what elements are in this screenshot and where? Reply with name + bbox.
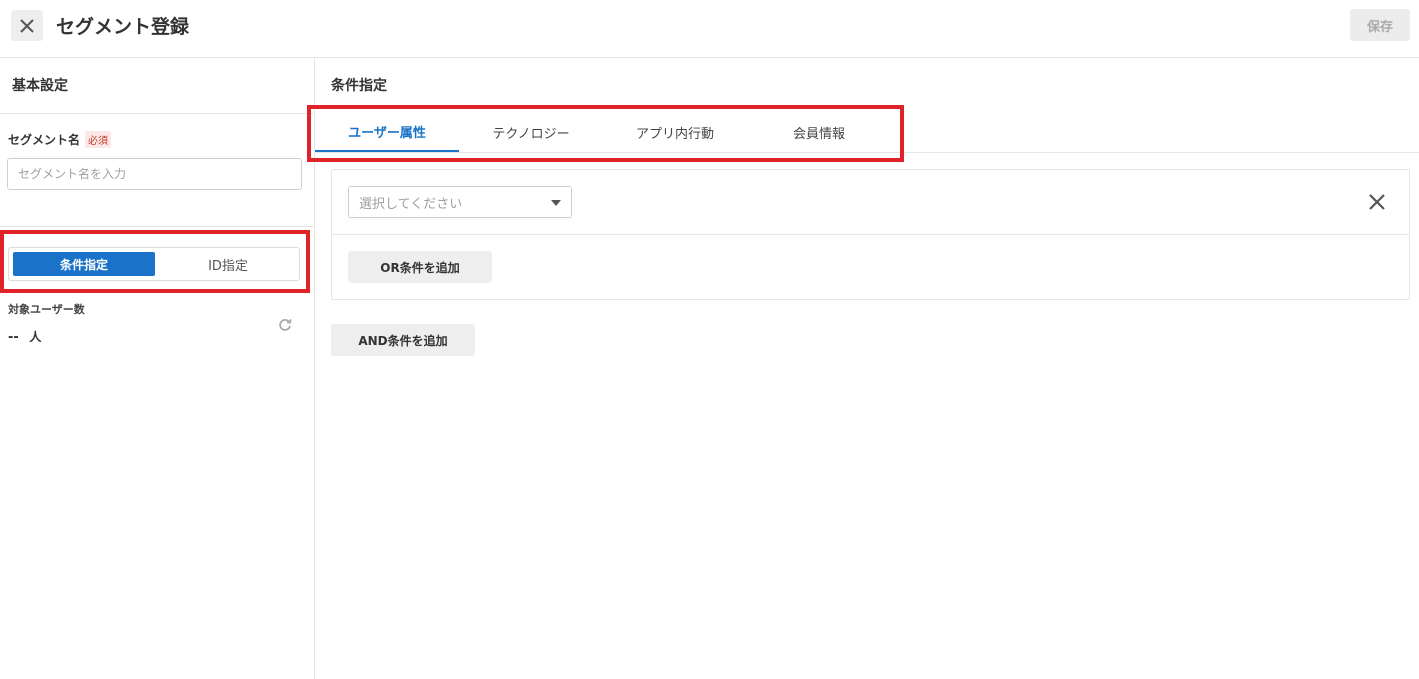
mode-toggle: 条件指定 ID指定: [8, 247, 300, 281]
refresh-icon[interactable]: [277, 317, 293, 333]
divider: [0, 113, 314, 114]
condition-group: 選択してください OR条件を追加: [331, 169, 1410, 300]
divider: [0, 226, 314, 227]
segment-name-label: セグメント名: [8, 133, 81, 147]
page-title: セグメント登録: [56, 16, 190, 38]
add-or-condition-button[interactable]: OR条件を追加: [348, 251, 492, 283]
divider: [332, 234, 1409, 235]
target-users-unit: 人: [29, 330, 42, 344]
sidebar: 基本設定 セグメント名 必須: [0, 58, 315, 679]
condition-select-placeholder: 選択してください: [359, 196, 463, 212]
target-users-count: -- 人: [8, 328, 41, 345]
close-button[interactable]: [11, 10, 43, 41]
highlight-box-tabs: [307, 105, 904, 162]
caret-down-icon: [551, 200, 561, 206]
save-button[interactable]: 保存: [1350, 9, 1410, 41]
basic-settings-title: 基本設定: [12, 78, 68, 94]
close-icon: [20, 18, 34, 33]
target-users-label: 対象ユーザー数: [8, 303, 85, 316]
segment-name-input[interactable]: [7, 158, 302, 190]
required-badge: 必須: [85, 131, 112, 148]
condition-section-title: 条件指定: [331, 78, 387, 94]
top-header: セグメント登録 保存: [0, 0, 1419, 58]
add-and-condition-button[interactable]: AND条件を追加: [331, 324, 475, 356]
condition-select[interactable]: 選択してください: [348, 186, 572, 218]
close-icon[interactable]: [1365, 190, 1389, 214]
mode-id-button[interactable]: ID指定: [159, 252, 297, 276]
target-users-value: --: [8, 330, 19, 345]
segment-name-label-row: セグメント名 必須: [8, 131, 112, 148]
mode-condition-button[interactable]: 条件指定: [13, 252, 155, 276]
